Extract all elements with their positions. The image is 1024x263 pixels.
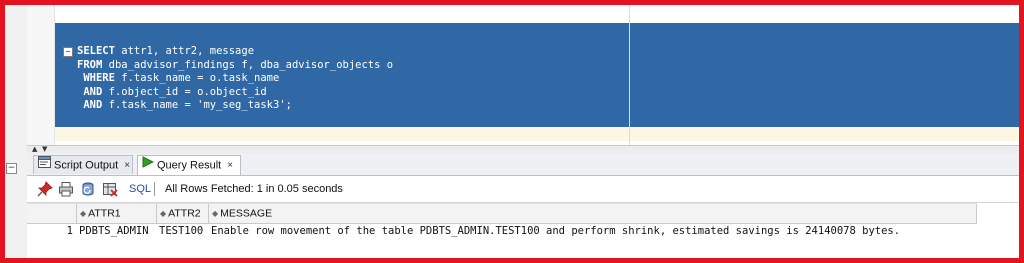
splitter-down-icon[interactable]: ▼	[42, 146, 47, 153]
collapse-icon[interactable]: −	[6, 163, 17, 174]
pin-icon[interactable]	[37, 181, 53, 197]
code-line[interactable]: SELECT attr1, attr2, message	[77, 45, 393, 59]
close-icon[interactable]: ×	[124, 156, 130, 175]
sort-icon: ◆	[160, 209, 167, 218]
cell-attr2[interactable]: TEST100	[157, 223, 209, 240]
left-panel-strip: −	[5, 5, 28, 258]
code-line[interactable]: WHERE f.task_name = o.task_name	[77, 72, 393, 86]
rownum-header	[27, 204, 77, 223]
toolbar-separator	[154, 182, 155, 196]
sql-text: f.object_id = o.object_id	[102, 85, 267, 98]
app-frame: − − SELECT attr1, attr2, message FROM dba…	[0, 0, 1024, 263]
splitter-up-icon[interactable]: ▲	[32, 146, 37, 153]
editor-gutter	[27, 5, 55, 145]
run-icon	[142, 156, 155, 175]
script-output-icon	[38, 156, 51, 175]
row-number: 1	[66, 225, 73, 237]
sql-code[interactable]: SELECT attr1, attr2, message FROM dba_adv…	[77, 45, 393, 113]
sort-icon: ◆	[212, 209, 219, 218]
cell-attr1[interactable]: PDBTS_ADMIN	[77, 223, 157, 240]
results-toolbar: SQL All Rows Fetched: 1 in 0.05 seconds	[27, 176, 1019, 203]
sql-keyword: WHERE	[77, 72, 115, 84]
code-line[interactable]: AND f.object_id = o.object_id	[77, 86, 393, 100]
refresh-icon[interactable]	[80, 181, 96, 197]
sql-keyword: FROM	[77, 58, 103, 71]
sql-text: f.task_name = o.task_name	[114, 72, 280, 84]
sql-editor[interactable]: − SELECT attr1, attr2, message FROM dba_a…	[27, 5, 1019, 145]
right-margin-line	[629, 5, 630, 145]
sql-keyword: SELECT	[77, 45, 115, 57]
results-grid[interactable]: ◆ ATTR1 ◆ ATTR2 ◆ MESSAGE 1 PDBTS_ADMIN TES…	[27, 203, 1019, 258]
tab-label: Query Result	[157, 159, 222, 172]
results-tabbar: Script Output × Query Result ×	[27, 153, 1019, 176]
sql-keyword: AND	[77, 99, 103, 111]
code-line[interactable]: FROM dba_advisor_findings f, dba_advisor…	[77, 59, 393, 73]
tab-script-output[interactable]: Script Output ×	[33, 155, 133, 174]
sort-icon: ◆	[80, 209, 87, 218]
current-line-highlight	[55, 127, 1019, 141]
print-icon[interactable]	[58, 181, 74, 197]
tab-query-result[interactable]: Query Result ×	[137, 155, 241, 175]
close-icon[interactable]: ×	[227, 156, 233, 175]
code-line[interactable]: AND f.task_name = 'my_seg_task3';	[77, 99, 393, 113]
column-header-attr1[interactable]: ◆ ATTR1	[77, 204, 157, 223]
sql-text: dba_advisor_findings f, dba_advisor_obje…	[102, 58, 394, 71]
fold-icon[interactable]: −	[63, 47, 73, 57]
sql-text: f.task_name = 'my_seg_task3';	[102, 99, 292, 111]
table-row[interactable]: 1 PDBTS_ADMIN TEST100 Enable row movemen…	[27, 223, 977, 240]
column-header-message[interactable]: ◆ MESSAGE	[209, 204, 977, 223]
editor-empty-lines	[55, 5, 1019, 23]
sql-button[interactable]: SQL	[129, 181, 151, 197]
sql-text: attr1, attr2, message	[114, 45, 255, 57]
fetch-status: All Rows Fetched: 1 in 0.05 seconds	[165, 183, 343, 195]
grid-header: ◆ ATTR1 ◆ ATTR2 ◆ MESSAGE	[27, 203, 977, 224]
export-icon[interactable]	[102, 181, 118, 197]
column-header-attr2[interactable]: ◆ ATTR2	[157, 204, 209, 223]
tab-label: Script Output	[54, 159, 119, 172]
sql-keyword: AND	[77, 85, 103, 98]
cell-message[interactable]: Enable row movement of the table PDBTS_A…	[209, 223, 977, 240]
